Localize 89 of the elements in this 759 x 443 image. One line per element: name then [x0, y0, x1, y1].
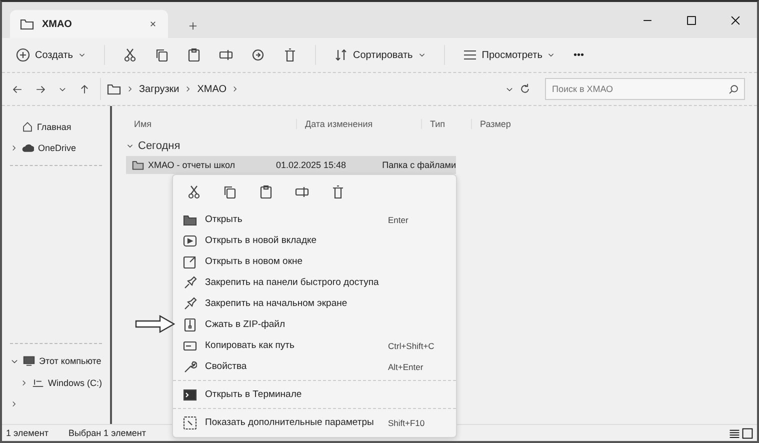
caret-icon [78, 51, 86, 59]
chevron-down-icon [126, 142, 134, 150]
paste-icon [187, 48, 202, 62]
plus-circle-icon [16, 48, 30, 62]
column-header[interactable]: Тип [421, 119, 471, 129]
caret-icon [418, 51, 426, 59]
more-button[interactable]: ••• [567, 46, 590, 64]
new-window-icon [183, 254, 197, 268]
copy-button[interactable] [223, 185, 237, 199]
terminal-icon [183, 388, 197, 402]
cut-icon [187, 185, 201, 199]
chevron-icon [10, 143, 18, 153]
chevron-icon [184, 84, 192, 94]
paste-icon [259, 185, 273, 199]
breadcrumb[interactable]: Загрузки [139, 84, 180, 94]
share-icon [251, 48, 266, 62]
tiles-view-icon [742, 428, 753, 438]
menu-item[interactable]: Свойства Alt+Enter [173, 356, 456, 377]
sort-icon [334, 48, 348, 62]
column-header[interactable]: Имя [126, 119, 296, 129]
pin-icon [183, 276, 197, 290]
search-field[interactable]: Поиск в ХМАО [545, 78, 745, 100]
close-icon [730, 14, 740, 26]
search-icon [728, 84, 739, 95]
sort-button[interactable]: Сортировать [328, 44, 432, 66]
forward-arrow-icon [35, 84, 46, 94]
column-header[interactable]: Размер [471, 119, 531, 129]
menu-item[interactable]: Показать дополнительные параметры Shift+F10 [173, 412, 456, 433]
cut-icon [123, 48, 138, 62]
maximize-icon [686, 14, 696, 26]
menu-item[interactable]: Открыть в новой вкладке [173, 230, 456, 251]
sidebar-item[interactable]: Windows (C:) [2, 372, 110, 394]
rename-icon [295, 185, 309, 199]
trash-button[interactable] [331, 185, 345, 199]
status-text: Выбран 1 элемент [68, 428, 146, 438]
sidebar-item[interactable]: Главная [2, 116, 110, 137]
list-icon [462, 48, 477, 62]
path-icon [183, 338, 197, 352]
sidebar-item[interactable]: Этот компьюте [2, 350, 110, 372]
cut-button[interactable] [187, 185, 201, 199]
menu-item[interactable]: Сжать в ZIP-файл [173, 314, 456, 335]
back-arrow-icon [12, 84, 23, 94]
address-bar[interactable]: Загрузки ХМАО [100, 78, 537, 100]
copy-icon [223, 185, 237, 199]
up-arrow-icon [79, 84, 90, 94]
chevron-icon [20, 378, 28, 388]
chevron-icon [231, 84, 240, 94]
cloud-icon [22, 142, 34, 154]
trash-icon [283, 48, 298, 62]
wrench-icon [183, 360, 197, 374]
folder-icon [132, 159, 144, 171]
menu-item[interactable]: Закрепить на панели быстрого доступа [173, 272, 456, 293]
close-icon [148, 19, 158, 29]
new-tab-icon [183, 234, 197, 248]
table-cell-text: Папка с файлами [381, 160, 456, 170]
paste-button[interactable] [259, 185, 273, 199]
zip-icon [183, 318, 197, 332]
sidebar-item[interactable]: OneDrive [2, 137, 110, 159]
rename-button[interactable] [295, 185, 309, 199]
caret-icon [547, 51, 556, 59]
window-tab[interactable]: ХМАО [10, 10, 168, 38]
rename-icon [219, 48, 234, 62]
folder-icon [107, 82, 121, 96]
plus-icon [188, 21, 198, 31]
pin-icon [183, 296, 197, 310]
menu-item[interactable]: Закрепить на начальном экране [173, 293, 456, 314]
file-row[interactable]: ХМАО - отчеты школ 01.02.2025 15:48 Папка с файлами [126, 156, 456, 174]
group-header[interactable]: Сегодня [138, 140, 180, 152]
breadcrumb[interactable]: ХМАО [197, 84, 226, 94]
menu-item[interactable]: Открыть Enter [173, 209, 456, 230]
refresh-icon [519, 83, 531, 95]
status-text: 1 элемент [6, 428, 48, 438]
column-header[interactable]: Дата изменения [296, 119, 421, 129]
create-button[interactable]: Создать [10, 44, 92, 66]
copy-icon [155, 48, 170, 62]
chevron-icon [126, 84, 134, 94]
details-view-icon [729, 428, 740, 438]
view-button[interactable]: Просмотреть [456, 44, 562, 66]
computer-icon [23, 355, 35, 367]
menu-item[interactable]: Копировать как путь Ctrl+Shift+C [173, 335, 456, 356]
table-cell-text: 01.02.2025 15:48 [274, 160, 348, 170]
chevron-icon [10, 399, 18, 409]
home-icon [22, 121, 33, 132]
menu-item[interactable]: Открыть в Терминале [173, 384, 456, 405]
trash-icon [331, 185, 345, 199]
folder-icon [20, 17, 34, 31]
menu-item[interactable]: Открыть в новом окне [173, 251, 456, 272]
folder-icon [183, 212, 197, 226]
table-cell: ХМАО - отчеты школ [148, 160, 236, 170]
